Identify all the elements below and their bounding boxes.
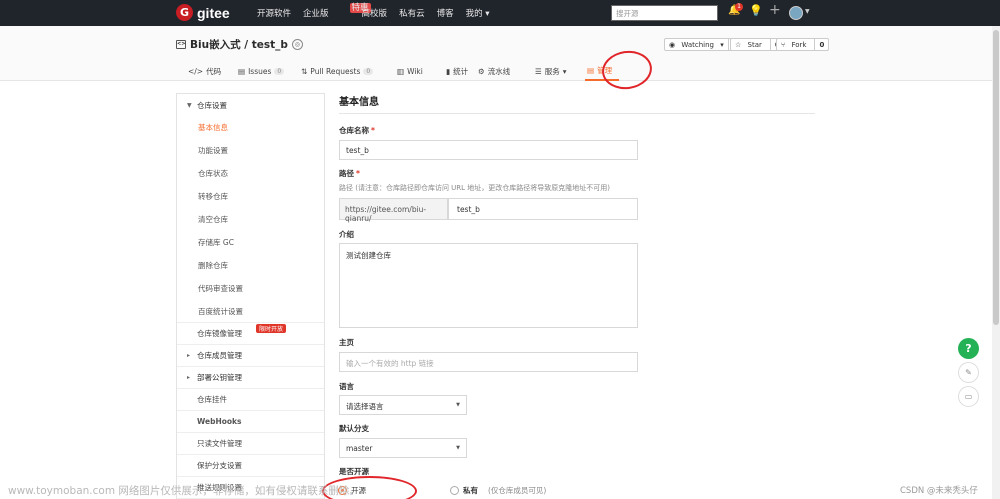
sidebar-item-webhooks[interactable]: WebHooks [177, 411, 324, 433]
caret-right-icon: ▸ [187, 352, 191, 359]
chevron-down-icon[interactable]: ▼ [805, 8, 810, 15]
repo-name-label: 仓库名称 * [339, 126, 375, 135]
private-radio-label: 私有 [463, 486, 478, 495]
sidebar-item-readonly-files[interactable]: 只读文件管理 [177, 433, 324, 455]
chevron-down-icon: ▼ [456, 402, 460, 408]
bulb-icon[interactable]: 💡 [749, 4, 763, 17]
sidebar-item-branch-protection[interactable]: 保护分支设置 [177, 455, 324, 477]
sidebar-item-transfer[interactable]: 转移仓库 [177, 185, 324, 208]
sidebar-item-members[interactable]: ▸ 仓库成员管理 [177, 345, 324, 367]
chevron-down-icon: ▼ [456, 445, 460, 451]
language-select[interactable]: 请选择语言 ▼ [339, 395, 467, 415]
page-title: 基本信息 [339, 93, 815, 114]
issues-icon: ▤ [238, 66, 246, 76]
avatar[interactable] [789, 6, 803, 20]
gitee-logo[interactable]: G gitee [176, 4, 230, 21]
code-icon: </> [188, 66, 204, 76]
sidebar-item-features[interactable]: 功能设置 [177, 139, 324, 162]
sidebar-item-deploy-keys[interactable]: ▸ 部署公钥管理 [177, 367, 324, 389]
settings-icon: ▤ [587, 65, 595, 75]
search-input[interactable]: 搜开源 [611, 5, 718, 21]
repo-title-text[interactable]: Biu嵌入式 / test_b [190, 37, 288, 52]
watermark-text: www.toymoban.com 网络图片仅供展示，非存储，如有侵权请联系删除。 [8, 485, 360, 497]
help-button[interactable]: ? [958, 338, 979, 359]
sidebar-item-baidu-stats[interactable]: 百度统计设置 [177, 300, 324, 323]
tab-pull-requests[interactable]: ⇅ Pull Requests 0 [301, 61, 397, 81]
sidebar-item-code-review[interactable]: 代码审查设置 [177, 277, 324, 300]
tab-stats[interactable]: ▮ 统计 [446, 61, 478, 81]
default-branch-label: 默认分支 [339, 424, 369, 433]
tab-code[interactable]: </> 代码 [176, 61, 238, 81]
sidebar-item-mirror[interactable]: 仓库镜像管理 限时开放 [177, 323, 324, 345]
private-hint: (仅仓库成员可见) [488, 486, 547, 495]
credit-text: CSDN @未来秃头仔 [900, 486, 978, 496]
repo-header: <> Biu嵌入式 / test_b ◎ ◉ Watching ▾ 1 ☆ St… [0, 26, 1000, 81]
homepage-input[interactable]: 输入一个有效的 http 链接 [339, 352, 638, 372]
repo-tabs: </> 代码 ▤ Issues 0 ⇅ Pull Requests 0 ▥ Wiki ▮ 统计… [176, 61, 619, 81]
path-hint: 路径 (请注意：仓库路径即仓库访问 URL 地址，更改仓库路径将导致原克隆地址不… [339, 184, 611, 192]
top-navbar: G gitee 开源软件 企业版特惠 高校版 私有云 博客 我的 ▾ 搜开源 🔔… [0, 0, 1000, 26]
nav-education[interactable]: 高校版 [362, 7, 388, 19]
tab-wiki[interactable]: ▥ Wiki [397, 61, 446, 81]
stats-icon: ▮ [446, 66, 451, 76]
language-label: 语言 [339, 382, 354, 391]
repo-name-input[interactable]: test_b [339, 140, 638, 160]
sidebar-item-delete[interactable]: 删除仓库 [177, 254, 324, 277]
path-prefix: https://gitee.com/biu-qianru/ [339, 198, 448, 223]
repo-member-icon[interactable]: ◎ [291, 39, 303, 50]
fork-button[interactable]: ⑂ Fork 0 [776, 38, 830, 51]
sidebar-item-basic-info[interactable]: 基本信息 [177, 116, 324, 139]
limited-open-badge: 限时开放 [256, 324, 287, 333]
nav-blog[interactable]: 博客 [437, 7, 454, 19]
tab-issues[interactable]: ▤ Issues 0 [238, 61, 301, 81]
homepage-label: 主页 [339, 338, 354, 347]
eye-icon: ◉ Watching ▾ [669, 41, 724, 49]
repo-title: <> Biu嵌入式 / test_b ◎ [176, 37, 303, 52]
tab-pipeline[interactable]: ⚙ 流水线 [478, 61, 535, 81]
sidebar-group-repo-settings[interactable]: ▼ 仓库设置 [177, 94, 324, 116]
caret-down-icon: ▼ [187, 101, 192, 109]
chat-button[interactable]: ▭ [958, 386, 979, 407]
pipeline-icon: ⚙ [478, 66, 485, 76]
wiki-icon: ▥ [397, 66, 405, 76]
gitee-logo-text: gitee [197, 4, 230, 21]
repo-icon: <> [176, 40, 186, 49]
nav-opensource[interactable]: 开源软件 [257, 7, 291, 19]
plus-icon[interactable]: + [769, 2, 781, 18]
scrollbar-thumb[interactable] [993, 30, 999, 325]
sidebar-item-widgets[interactable]: 仓库挂件 [177, 389, 324, 411]
nav-private-cloud[interactable]: 私有云 [399, 7, 425, 19]
path-label: 路径 * [339, 169, 360, 178]
tab-services[interactable]: ☰ 服务 ▾ [535, 61, 585, 81]
services-icon: ☰ [535, 66, 542, 76]
gitee-logo-icon: G [176, 4, 193, 21]
caret-right-icon: ▸ [187, 374, 191, 381]
sidebar-item-gc[interactable]: 存储库 GC [177, 231, 324, 254]
settings-sidebar: ▼ 仓库设置 基本信息 功能设置 仓库状态 转移仓库 清空仓库 存储库 GC 删除… [176, 93, 325, 499]
top-nav-links: 开源软件 企业版特惠 高校版 私有云 博客 我的 ▾ [257, 0, 490, 26]
default-branch-select[interactable]: master ▼ [339, 438, 467, 458]
fork-count: 0 [814, 39, 828, 50]
path-input[interactable]: test_b [448, 198, 638, 220]
basic-info-form: 基本信息 [339, 93, 815, 114]
sidebar-item-status[interactable]: 仓库状态 [177, 162, 324, 185]
description-label: 介绍 [339, 230, 354, 239]
notification-count: 1 [735, 3, 743, 11]
fork-icon: ⑂ Fork [781, 41, 807, 49]
private-radio[interactable] [450, 486, 459, 495]
nav-mine[interactable]: 我的 ▾ [466, 7, 490, 19]
feedback-edit-button[interactable]: ✎ [958, 362, 979, 383]
nav-enterprise[interactable]: 企业版特惠 [303, 3, 371, 19]
sidebar-item-clear[interactable]: 清空仓库 [177, 208, 324, 231]
pull-request-icon: ⇅ [301, 66, 308, 76]
star-icon: ☆ Star [735, 41, 762, 49]
description-textarea[interactable]: 测试创建仓库 [339, 243, 638, 328]
